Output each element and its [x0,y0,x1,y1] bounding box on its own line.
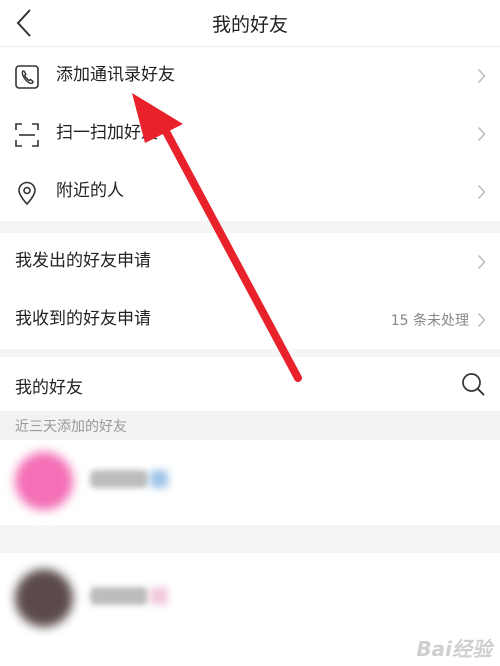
add-contacts-label: 添加通讯录好友 [56,65,175,85]
friend-requests: 我发出的好友申请 我收到的好友申请 15 条未处理 [0,233,500,349]
avatar [15,569,73,627]
my-friends-header: 我的好友 [0,357,500,411]
recent-friends-section-label: 近三天添加的好友 [0,411,500,440]
page-title: 我的好友 [211,14,288,36]
search-icon[interactable] [460,371,486,397]
received-requests-row[interactable]: 我收到的好友申请 15 条未处理 [0,291,500,349]
nearby-people-row[interactable]: 附近的人 [0,163,500,221]
friend-name-blurred [90,470,148,488]
friend-badge-blurred [150,587,168,605]
chevron-right-icon [477,126,486,142]
scan-icon [15,123,39,147]
scan-row[interactable]: 扫一扫加好友 [0,105,500,163]
friend-list-item[interactable] [0,440,500,525]
pending-count-text: 15 条未处理 [390,313,469,329]
chevron-right-icon [477,184,486,200]
received-requests-label: 我收到的好友申请 [15,309,151,329]
friend-name-blurred [90,587,148,605]
add-contacts-row[interactable]: 添加通讯录好友 [0,47,500,105]
scan-label: 扫一扫加好友 [56,123,158,143]
chevron-right-icon [477,312,486,328]
contact-phone-icon [15,65,39,89]
chevron-right-icon [477,68,486,84]
navigation-bar: 我的好友 [0,0,500,47]
chevron-right-icon [477,254,486,270]
friend-badge-blurred [150,470,168,488]
sent-requests-label: 我发出的好友申请 [15,251,151,271]
location-pin-icon [18,181,36,206]
avatar [15,452,73,510]
my-friends-label: 我的好友 [15,378,83,398]
sent-requests-row[interactable]: 我发出的好友申请 [0,233,500,291]
watermark: Bai经验 [416,637,492,661]
nearby-people-label: 附近的人 [56,181,124,201]
recent-friends-label: 近三天添加的好友 [15,419,127,435]
add-friend-options: 添加通讯录好友 扫一扫加好友 附近的人 [0,47,500,221]
